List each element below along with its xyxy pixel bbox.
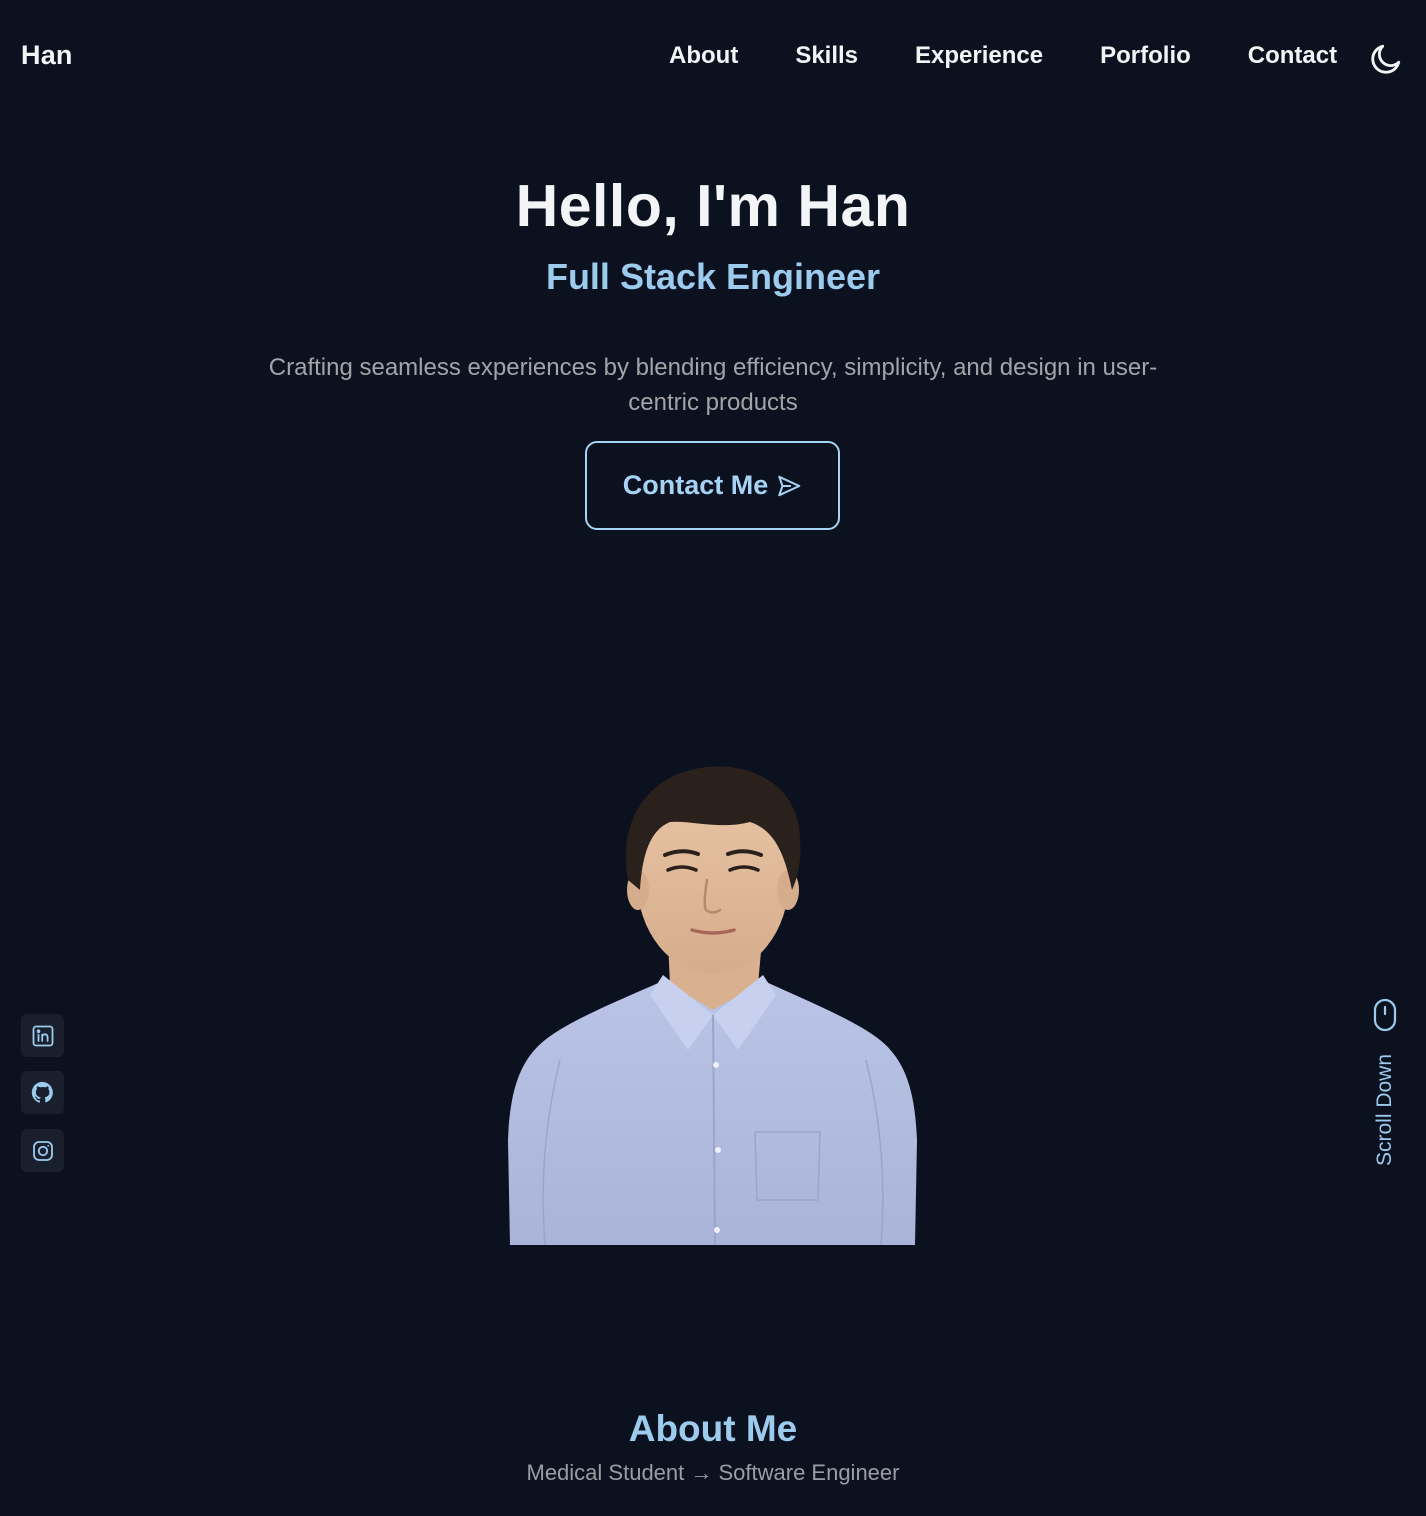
contact-me-button[interactable]: Contact Me [585,441,840,530]
nav-item-about[interactable]: About [669,42,738,70]
linkedin-icon[interactable] [21,1014,64,1057]
instagram-icon[interactable] [21,1129,64,1172]
nav-item-experience[interactable]: Experience [915,42,1043,70]
scroll-down-label: Scroll Down [1373,1053,1396,1167]
main-nav: About Skills Experience Porfolio Contact [669,42,1337,70]
contact-me-label: Contact Me [622,470,769,500]
profile-photo [508,766,917,1246]
brand-logo[interactable]: Han [21,40,73,71]
about-section-title: About Me [628,1408,798,1449]
nav-item-portfolio[interactable]: Porfolio [1100,42,1191,70]
about-section-subtitle: Medical Student → Software Engineer [526,1460,900,1485]
nav-item-skills[interactable]: Skills [795,42,858,70]
github-icon[interactable] [21,1071,64,1114]
scroll-down-button[interactable]: Scroll Down [1363,996,1407,1181]
page: Han About Skills Experience Porfolio Con… [0,0,1426,1516]
nav-item-contact[interactable]: Contact [1248,42,1337,70]
hero-subtitle: Full Stack Engineer [545,256,881,297]
mouse-icon [1373,998,1397,1032]
hero-description: Crafting seamless experiences by blendin… [268,354,1158,416]
send-icon [778,475,801,496]
moon-icon[interactable] [1368,41,1404,77]
hero-title: Hello, I'm Han [515,173,911,239]
